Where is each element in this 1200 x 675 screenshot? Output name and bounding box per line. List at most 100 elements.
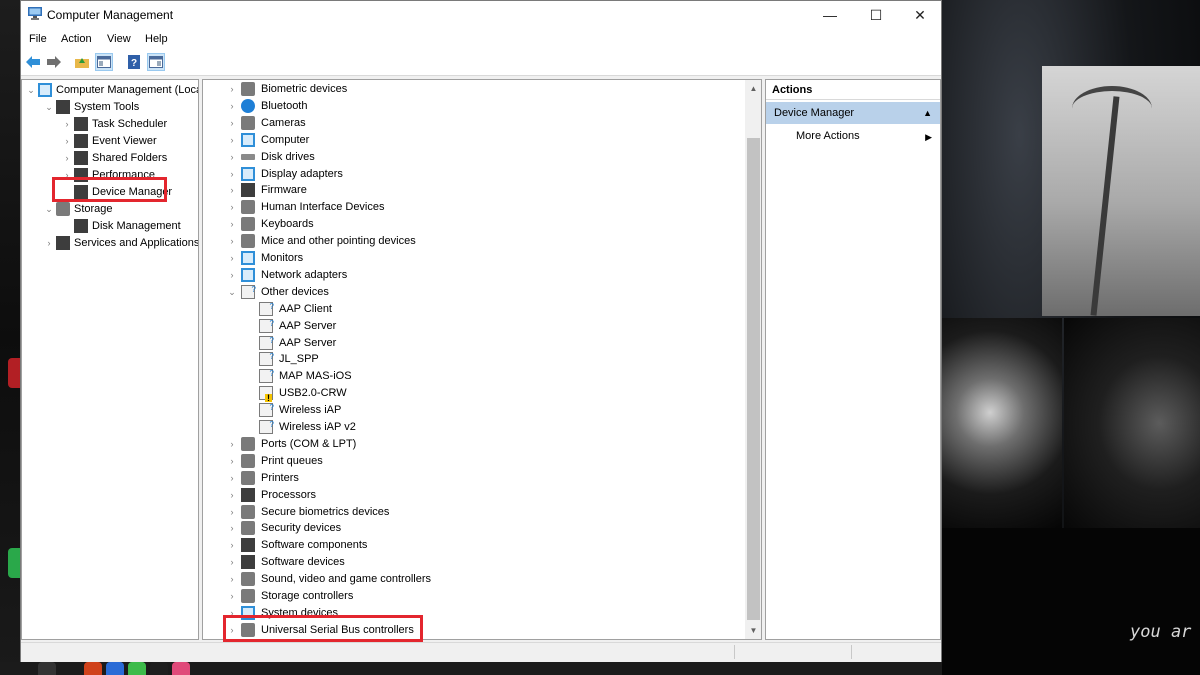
device-category-bluetooth[interactable]: › Bluetooth	[203, 98, 743, 115]
chevron-right-icon[interactable]: ›	[227, 520, 237, 537]
chevron-right-icon[interactable]: ›	[227, 149, 237, 166]
chevron-down-icon[interactable]: ⌄	[26, 82, 36, 99]
nav-item-disk-management[interactable]: Disk Management	[22, 218, 198, 235]
device-category-cameras[interactable]: › Cameras	[203, 115, 743, 132]
device-item-aap-client[interactable]: AAP Client	[203, 298, 743, 318]
title-bar[interactable]: Computer Management — ☐ ✕	[21, 1, 941, 29]
chevron-right-icon[interactable]: ›	[227, 81, 237, 98]
device-category-software-devices[interactable]: › Software devices	[203, 554, 743, 571]
device-category-biometric-devices[interactable]: › Biometric devices	[203, 81, 743, 98]
device-label: Processors	[261, 488, 317, 501]
device-item-aap-server[interactable]: AAP Server	[203, 332, 743, 352]
console-tree-pane[interactable]: ⌄ Computer Management (Local) ⌄ System Tool…	[21, 79, 199, 640]
nav-item-task-scheduler[interactable]: › Task Scheduler	[22, 116, 198, 133]
device-category-keyboards[interactable]: › Keyboards	[203, 216, 743, 233]
device-category-sound-video-and-game-controllers[interactable]: › Sound, video and game controllers	[203, 571, 743, 588]
device-item-aap-server[interactable]: AAP Server	[203, 315, 743, 335]
show-hide-console-tree-icon[interactable]	[95, 53, 113, 71]
chevron-right-icon[interactable]: ›	[227, 470, 237, 487]
device-item-map-mas-ios[interactable]: MAP MAS-iOS	[203, 365, 743, 385]
scrollbar-thumb[interactable]	[747, 138, 760, 620]
chevron-down-icon[interactable]: ⌄	[44, 99, 54, 116]
chevron-right-icon[interactable]: ›	[227, 250, 237, 267]
device-category-computer[interactable]: › Computer	[203, 132, 743, 149]
taskbar-app-icon[interactable]	[150, 662, 168, 675]
chevron-right-icon[interactable]: ›	[227, 115, 237, 132]
back-arrow-icon[interactable]	[24, 53, 42, 71]
help-icon[interactable]: ?	[125, 53, 143, 71]
menu-view[interactable]: View	[107, 33, 131, 45]
chevron-right-icon[interactable]: ›	[227, 487, 237, 504]
chevron-right-icon[interactable]: ›	[227, 199, 237, 216]
device-tree-pane[interactable]: › Biometric devices › Bluetooth › Cameras › Com…	[202, 79, 762, 640]
taskbar-app-icon[interactable]	[128, 662, 146, 675]
chevron-right-icon[interactable]: ›	[227, 453, 237, 470]
device-category-secure-biometrics-devices[interactable]: › Secure biometrics devices	[203, 504, 743, 521]
chevron-right-icon[interactable]: ›	[62, 150, 72, 167]
menu-file[interactable]: File	[29, 33, 47, 45]
taskbar-app-icon[interactable]	[38, 662, 56, 675]
maximize-button[interactable]: ☐	[853, 1, 899, 29]
device-category-mice-and-other-pointing-devices[interactable]: › Mice and other pointing devices	[203, 233, 743, 250]
device-category-human-interface-devices[interactable]: › Human Interface Devices	[203, 199, 743, 216]
chevron-right-icon[interactable]: ›	[227, 182, 237, 199]
vertical-scrollbar[interactable]: ▲ ▼	[745, 80, 761, 639]
chevron-right-icon[interactable]: ›	[227, 537, 237, 554]
chevron-down-icon[interactable]: ⌄	[227, 284, 237, 301]
chevron-down-icon[interactable]: ⌄	[44, 201, 54, 218]
nav-item-services-and-applications[interactable]: › Services and Applications	[22, 235, 198, 252]
chevron-right-icon[interactable]: ›	[227, 233, 237, 250]
device-item-usb2-0-crw[interactable]: USB2.0-CRW	[203, 385, 743, 403]
chevron-right-icon[interactable]: ›	[227, 571, 237, 588]
chevron-right-icon[interactable]: ›	[227, 436, 237, 453]
nav-item-system-tools[interactable]: ⌄ System Tools	[22, 99, 198, 116]
nav-item-computer-management-local[interactable]: ⌄ Computer Management (Local)	[22, 82, 198, 99]
actions-section-device-manager[interactable]: Device Manager ▲	[766, 102, 940, 124]
device-category-processors[interactable]: › Processors	[203, 487, 743, 504]
menu-help[interactable]: Help	[145, 33, 168, 45]
taskbar-app-icon[interactable]	[106, 662, 124, 675]
device-category-ports-com-lpt[interactable]: › Ports (COM & LPT)	[203, 436, 743, 453]
collapse-up-icon[interactable]: ▲	[923, 102, 932, 124]
device-category-other-devices[interactable]: ⌄Other devices	[203, 281, 743, 301]
minimize-button[interactable]: —	[807, 1, 853, 29]
more-actions-item[interactable]: More Actions	[796, 130, 860, 142]
device-category-security-devices[interactable]: › Security devices	[203, 520, 743, 537]
chevron-right-icon[interactable]: ›	[62, 116, 72, 133]
up-folder-icon[interactable]	[73, 53, 91, 71]
nav-item-event-viewer[interactable]: › Event Viewer	[22, 133, 198, 150]
chevron-right-icon[interactable]: ›	[227, 166, 237, 183]
chevron-right-icon[interactable]: ›	[227, 554, 237, 571]
forward-arrow-icon[interactable]	[45, 53, 63, 71]
device-category-monitors[interactable]: › Monitors	[203, 250, 743, 267]
device-item-wireless-iap[interactable]: Wireless iAP	[203, 399, 743, 419]
chevron-right-icon[interactable]: ›	[227, 132, 237, 149]
close-button[interactable]: ✕	[897, 1, 943, 29]
submenu-arrow-icon[interactable]: ▶	[925, 132, 932, 143]
device-item-wireless-iap-v2[interactable]: Wireless iAP v2	[203, 416, 743, 436]
device-category-print-queues[interactable]: › Print queues	[203, 453, 743, 470]
nav-item-shared-folders[interactable]: › Shared Folders	[22, 150, 198, 167]
nav-item-storage[interactable]: ⌄ Storage	[22, 201, 198, 218]
scroll-down-arrow-icon[interactable]: ▼	[745, 622, 761, 639]
device-category-network-adapters[interactable]: › Network adapters	[203, 267, 743, 284]
chevron-right-icon[interactable]: ›	[227, 504, 237, 521]
device-category-software-components[interactable]: › Software components	[203, 537, 743, 554]
show-hide-action-pane-icon[interactable]	[147, 53, 165, 71]
device-category-display-adapters[interactable]: › Display adapters	[203, 166, 743, 183]
device-category-printers[interactable]: › Printers	[203, 470, 743, 487]
device-category-firmware[interactable]: › Firmware	[203, 182, 743, 199]
device-item-jl-spp[interactable]: JL_SPP	[203, 348, 743, 368]
taskbar-app-icon[interactable]	[172, 662, 190, 675]
device-category-disk-drives[interactable]: › Disk drives	[203, 149, 743, 166]
chevron-right-icon[interactable]: ›	[227, 588, 237, 605]
scroll-up-arrow-icon[interactable]: ▲	[745, 80, 761, 97]
chevron-right-icon[interactable]: ›	[227, 267, 237, 284]
menu-action[interactable]: Action	[61, 33, 92, 45]
chevron-right-icon[interactable]: ›	[44, 235, 54, 252]
chevron-right-icon[interactable]: ›	[227, 98, 237, 115]
taskbar-app-icon[interactable]	[84, 662, 102, 675]
device-category-storage-controllers[interactable]: › Storage controllers	[203, 588, 743, 605]
chevron-right-icon[interactable]: ›	[62, 133, 72, 150]
chevron-right-icon[interactable]: ›	[227, 216, 237, 233]
